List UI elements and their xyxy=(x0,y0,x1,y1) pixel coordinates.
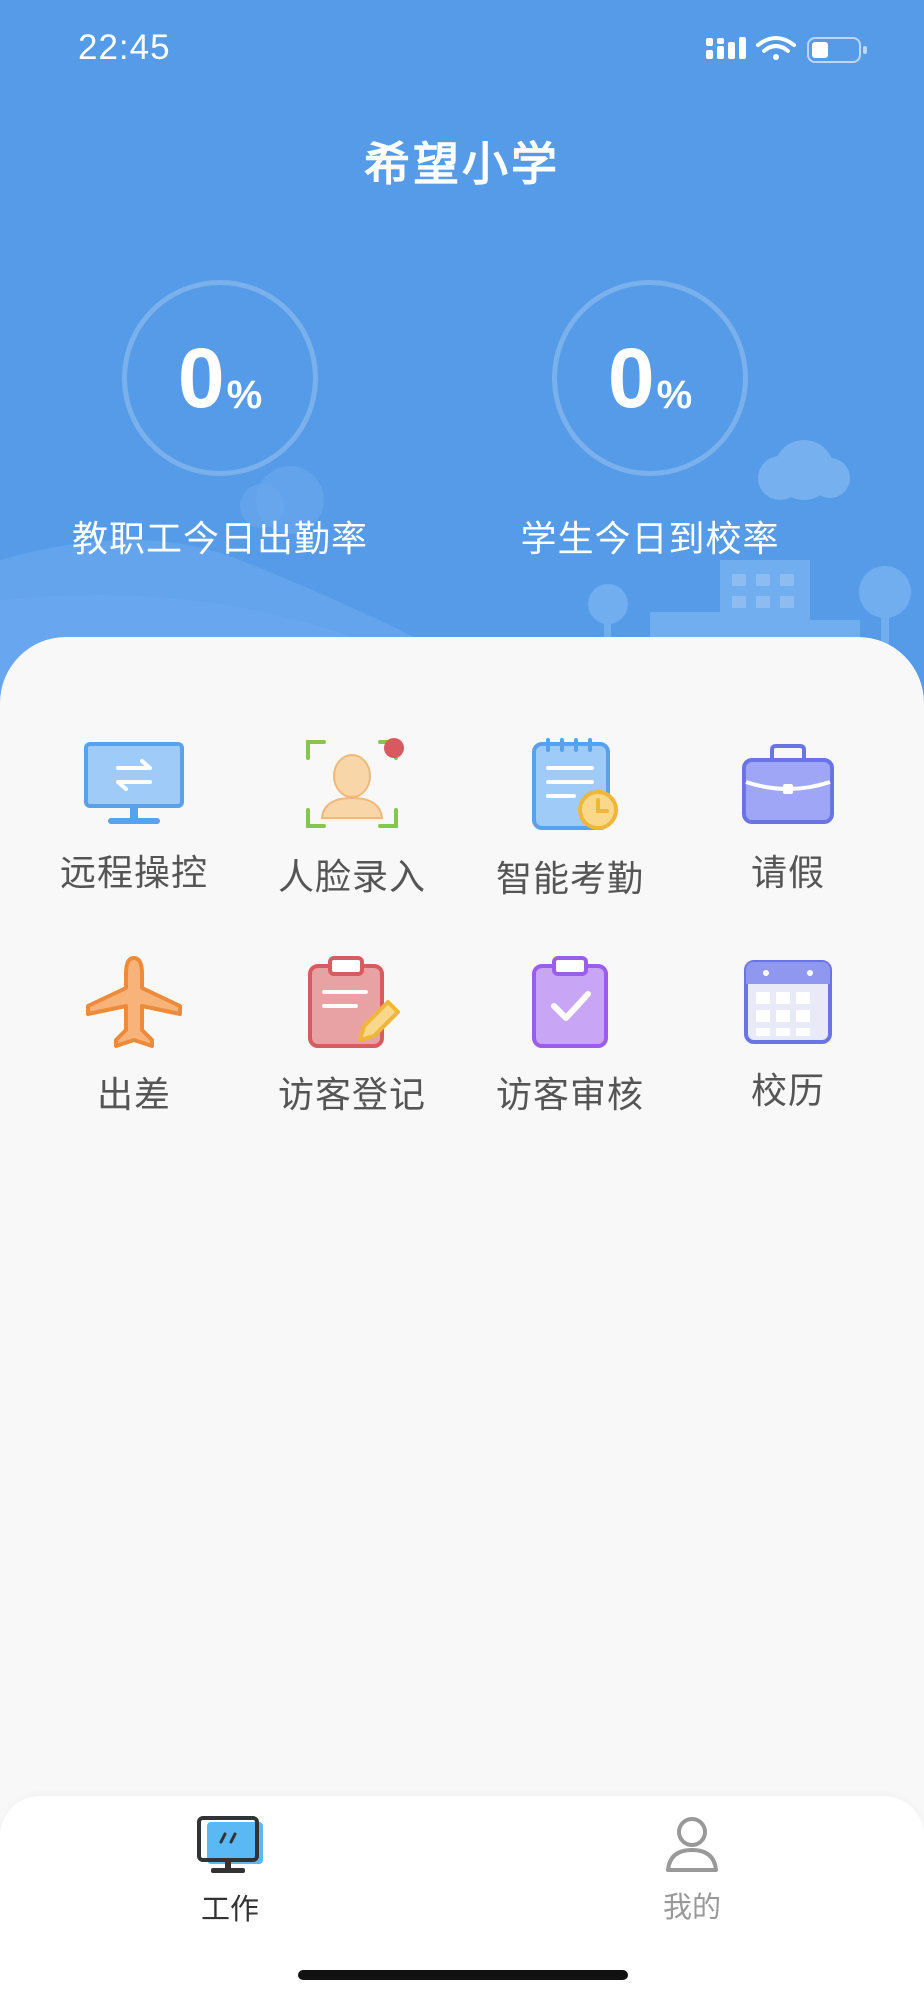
student-arrival-stat: 0 % 学生今日到校率 xyxy=(480,280,820,562)
remote-control-icon xyxy=(84,742,184,824)
face-enroll-icon xyxy=(306,738,404,828)
app-visitor-register[interactable]: 访客登记 xyxy=(243,954,461,1118)
airplane-icon xyxy=(86,956,182,1048)
header-banner: 22:45 希望小学 0 % 教职工今日出勤率 0 % 学生今日到校率 xyxy=(0,0,924,720)
app-visitor-review[interactable]: 访客审核 xyxy=(461,954,679,1118)
app-label: 校历 xyxy=(750,1071,825,1112)
home-indicator xyxy=(298,1970,628,1980)
app-business-trip[interactable]: 出差 xyxy=(25,954,243,1118)
student-arrival-label: 学生今日到校率 xyxy=(520,519,780,560)
tab-label: 工作 xyxy=(200,1892,259,1926)
wifi-icon xyxy=(756,36,796,60)
status-time: 22:45 xyxy=(78,28,171,67)
status-icons xyxy=(706,36,867,63)
page-title: 希望小学 xyxy=(364,137,560,191)
app-remote-control[interactable]: 远程操控 xyxy=(25,740,243,896)
app-label: 访客登记 xyxy=(277,1075,426,1116)
app-label: 请假 xyxy=(750,853,825,894)
person-icon xyxy=(666,1817,718,1872)
visitor-register-icon xyxy=(308,956,400,1048)
student-arrival-value: 0 xyxy=(607,331,655,425)
tab-work[interactable]: 工作 xyxy=(130,1814,330,1928)
staff-attendance-label: 教职工今日出勤率 xyxy=(71,519,368,560)
staff-attendance-unit: % xyxy=(226,372,263,417)
staff-attendance-ring: 0 % xyxy=(122,280,318,476)
app-label: 访客审核 xyxy=(495,1075,644,1116)
tab-mine[interactable]: 我的 xyxy=(592,1814,792,1926)
app-face-enroll[interactable]: 人脸录入 xyxy=(243,736,461,900)
calendar-icon xyxy=(744,960,832,1044)
app-label: 出差 xyxy=(96,1075,171,1116)
app-label: 智能考勤 xyxy=(495,859,644,900)
staff-attendance-stat: 0 % 教职工今日出勤率 xyxy=(50,280,390,562)
student-arrival-ring: 0 % xyxy=(552,280,748,476)
tab-label: 我的 xyxy=(662,1890,721,1924)
staff-attendance-value: 0 xyxy=(177,331,225,425)
attendance-icon xyxy=(532,738,618,830)
visitor-review-icon xyxy=(532,956,608,1048)
student-arrival-unit: % xyxy=(656,372,693,417)
cellular-signal-icon xyxy=(706,37,746,59)
monitor-icon xyxy=(197,1816,263,1873)
app-leave-request[interactable]: 请假 xyxy=(679,740,897,896)
app-school-calendar[interactable]: 校历 xyxy=(679,958,897,1114)
battery-icon xyxy=(807,37,867,63)
app-label: 远程操控 xyxy=(59,853,208,894)
app-smart-attendance[interactable]: 智能考勤 xyxy=(461,736,679,902)
briefcase-icon xyxy=(742,744,834,824)
app-label: 人脸录入 xyxy=(277,857,426,898)
